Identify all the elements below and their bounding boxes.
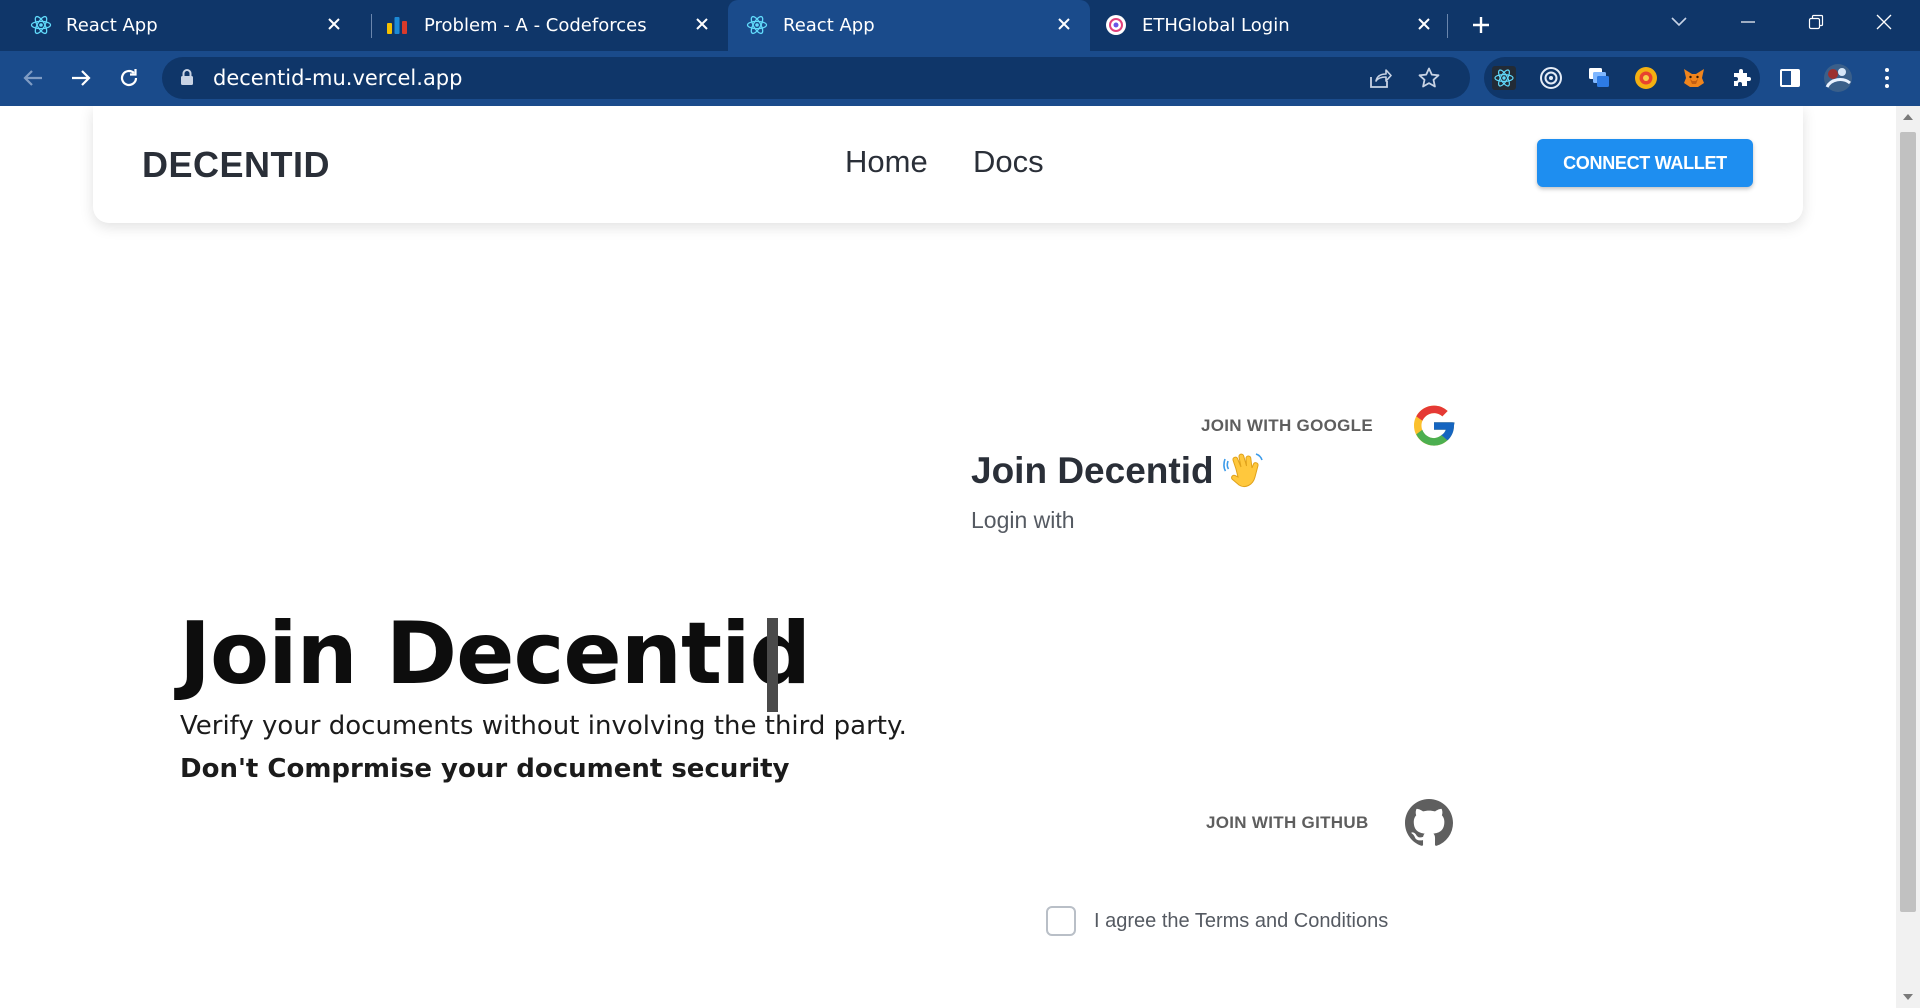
close-tab-icon[interactable] (690, 12, 714, 36)
react-devtools-icon[interactable] (1492, 66, 1516, 90)
profile-avatar[interactable] (1823, 63, 1853, 93)
page-scrollbar[interactable] (1896, 106, 1920, 1008)
react-icon (746, 14, 768, 36)
minimize-button[interactable] (1720, 0, 1776, 44)
metamask-fox-icon[interactable] (1682, 66, 1706, 90)
rewards-extension-icon[interactable] (1634, 66, 1658, 90)
back-button[interactable] (16, 61, 50, 95)
terms-checkbox[interactable] (1046, 906, 1076, 936)
tab-title: React App (66, 15, 158, 36)
tab-ethglobal[interactable]: ETHGlobal Login (1090, 0, 1450, 51)
login-with-label: Login with (971, 507, 1075, 533)
forward-button[interactable] (64, 61, 98, 95)
join-github-label: JOIN WITH GITHUB (1206, 813, 1369, 832)
arrow-right-icon (72, 70, 91, 86)
tab-separator (1447, 14, 1448, 38)
side-panel-button[interactable] (1775, 63, 1805, 93)
new-tab-button[interactable] (1466, 10, 1496, 40)
address-bar[interactable]: decentid-mu.vercel.app (162, 57, 1470, 99)
typing-caret (767, 618, 778, 712)
react-icon (30, 14, 52, 36)
browser-tab-strip: React App Problem - A - Codeforces React… (0, 0, 1920, 51)
tab-title: Problem - A - Codeforces (424, 15, 647, 36)
arrow-left-icon (23, 70, 42, 86)
browser-menu-button[interactable] (1872, 63, 1902, 93)
waving-hand-icon (1222, 449, 1266, 493)
url-text: decentid-mu.vercel.app (213, 66, 463, 90)
close-tab-icon[interactable] (1412, 12, 1436, 36)
hero-title: Join Decentid (179, 604, 811, 704)
puzzle-extensions-icon[interactable] (1730, 66, 1754, 90)
tab-title: ETHGlobal Login (1142, 15, 1290, 36)
hero-tagline: Don't Comprmise your document security (180, 754, 790, 784)
github-icon (1404, 799, 1453, 847)
terms-agreement: I agree the Terms and Conditions (1046, 906, 1388, 936)
codeforces-icon (386, 14, 408, 36)
tab-codeforces[interactable]: Problem - A - Codeforces (360, 0, 728, 51)
avatar (1824, 64, 1852, 92)
tab-manager-extension-icon[interactable] (1587, 66, 1611, 90)
target-extension-icon[interactable] (1539, 66, 1563, 90)
tab-react-app-active[interactable]: React App (728, 0, 1090, 51)
terms-label[interactable]: I agree the Terms and Conditions (1094, 910, 1388, 933)
reload-icon (120, 69, 138, 87)
extensions-area (1484, 57, 1760, 99)
reload-button[interactable] (112, 61, 146, 95)
brand-logo[interactable]: DECENTID (142, 144, 330, 186)
restore-button[interactable] (1788, 0, 1844, 44)
side-panel-icon (1780, 69, 1800, 87)
google-icon (1409, 401, 1459, 451)
browser-toolbar: decentid-mu.vercel.app (0, 51, 1920, 106)
scrollbar-thumb[interactable] (1900, 132, 1916, 912)
join-google-label: JOIN WITH GOOGLE (1201, 416, 1373, 435)
close-window-button[interactable] (1856, 0, 1912, 44)
close-tab-icon[interactable] (1052, 12, 1076, 36)
page-viewport: DECENTID Home Docs CONNECT WALLET Join D… (0, 106, 1896, 1008)
lock-icon[interactable] (180, 68, 194, 91)
scroll-up-icon[interactable] (1903, 114, 1913, 120)
nav-docs-link[interactable]: Docs (973, 144, 1044, 180)
chevron-down-icon (1671, 17, 1687, 27)
join-google-button[interactable]: JOIN WITH GOOGLE (1201, 401, 1459, 451)
connect-wallet-button[interactable]: CONNECT WALLET (1537, 139, 1753, 187)
scroll-down-icon[interactable] (1903, 994, 1913, 1000)
join-github-button[interactable]: JOIN WITH GITHUB (1206, 798, 1453, 848)
more-vert-icon (1885, 68, 1889, 88)
hero-subtitle: Verify your documents without involving … (180, 711, 907, 741)
tab-react-app-1[interactable]: React App (0, 0, 360, 51)
join-heading: Join Decentid (971, 450, 1214, 491)
nav-home-link[interactable]: Home (845, 144, 928, 180)
tab-title: React App (783, 15, 875, 36)
site-header: DECENTID Home Docs CONNECT WALLET (93, 106, 1803, 223)
share-icon[interactable] (1367, 65, 1393, 91)
ethglobal-icon (1105, 14, 1127, 36)
tab-search-button[interactable] (1651, 0, 1707, 44)
close-tab-icon[interactable] (322, 12, 346, 36)
bookmark-star-icon[interactable] (1416, 65, 1442, 91)
